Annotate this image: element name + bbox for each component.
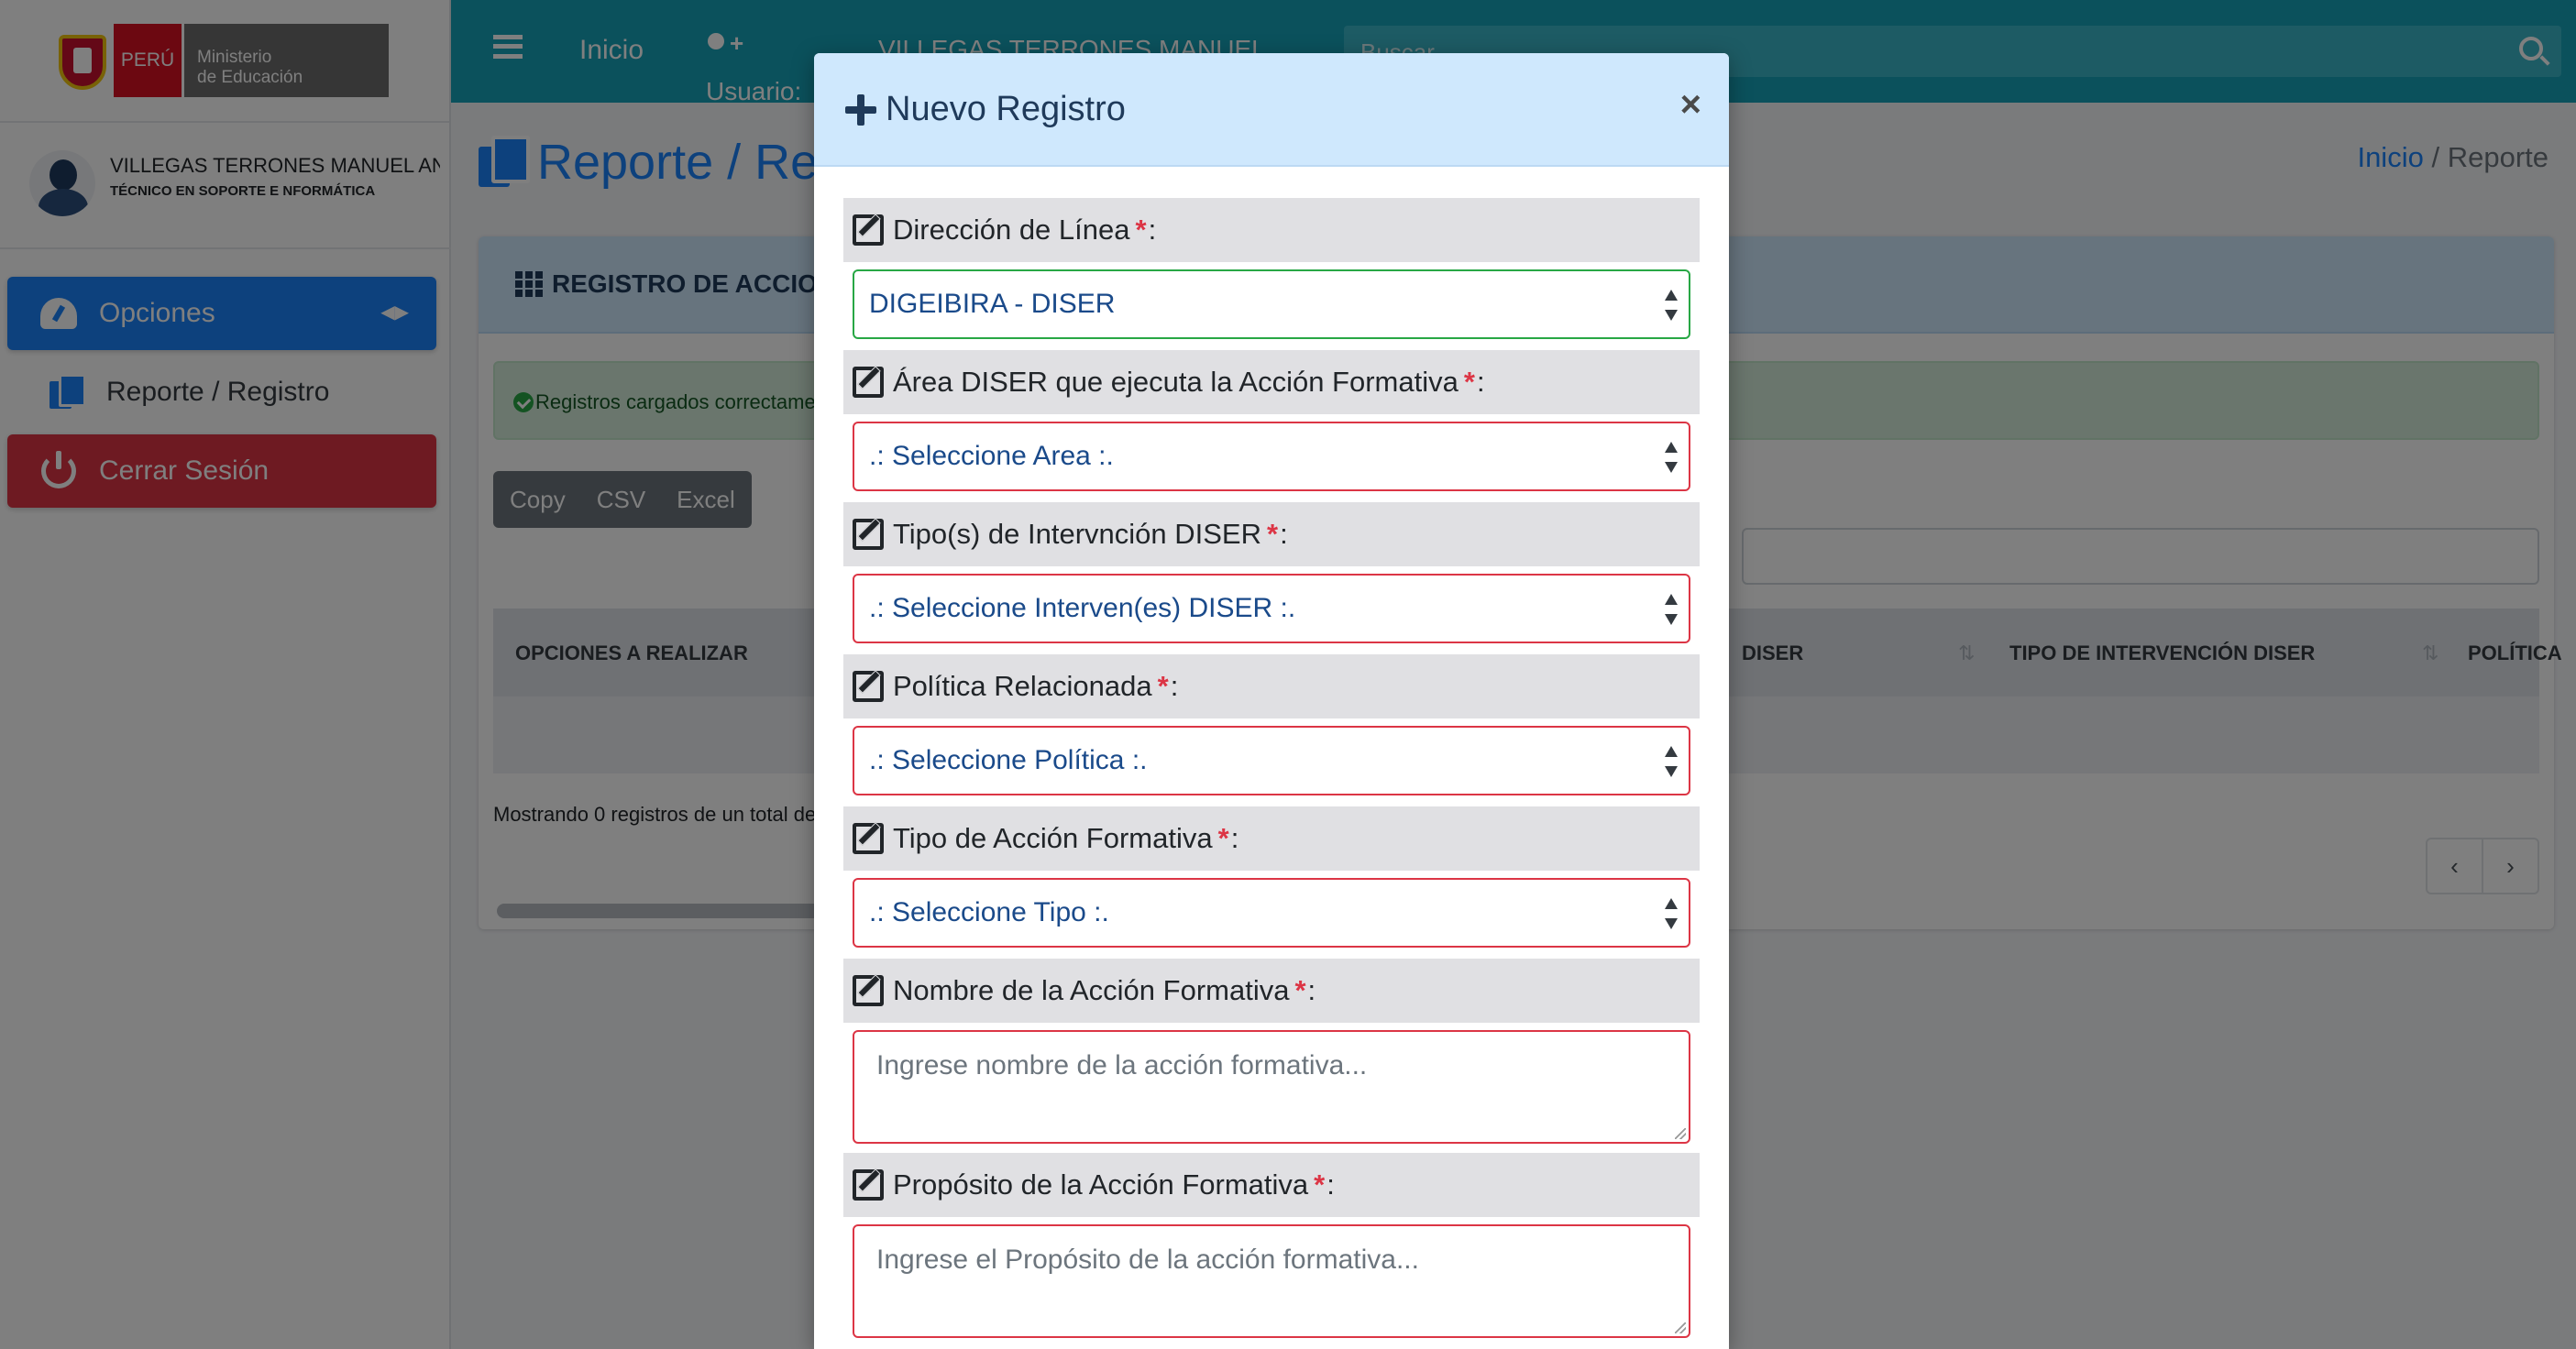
label-colon: :	[1327, 1168, 1335, 1201]
field-label: Área DISER que ejecuta la Acción Formati…	[843, 350, 1700, 414]
direccion-linea-select[interactable]: DIGEIBIRA - DISER	[853, 269, 1690, 339]
field-label-text: Propósito de la Acción Formativa	[893, 1168, 1309, 1201]
modal-header: Nuevo Registro ×	[814, 53, 1729, 167]
field-label-text: Área DISER que ejecuta la Acción Formati…	[893, 366, 1459, 398]
select-arrows-icon	[1665, 594, 1678, 625]
field-label-text: Política Relacionada	[893, 670, 1152, 702]
edit-icon	[853, 1169, 884, 1201]
edit-icon	[853, 519, 884, 550]
plus-icon	[845, 93, 876, 126]
field-label-text: Tipo de Acción Formativa	[893, 822, 1213, 854]
field-label: Política Relacionada *:	[843, 654, 1700, 718]
select-value: .: Seleccione Area :.	[869, 441, 1114, 471]
label-colon: :	[1170, 670, 1179, 702]
required-mark: *	[1217, 822, 1229, 854]
edit-icon	[853, 214, 884, 246]
select-value: .: Seleccione Política :.	[869, 745, 1148, 775]
required-mark: *	[1463, 366, 1475, 398]
label-colon: :	[1280, 518, 1288, 550]
close-button[interactable]: ×	[1680, 84, 1701, 126]
label-colon: :	[1148, 214, 1157, 246]
edit-icon	[853, 367, 884, 398]
field-label: Tipo de Acción Formativa *:	[843, 806, 1700, 871]
select-arrows-icon	[1665, 442, 1678, 473]
field-label: Dirección de Línea *:	[843, 198, 1700, 262]
field-label: Nombre de la Acción Formativa *:	[843, 959, 1700, 1023]
field-label-text: Tipo(s) de Intervnción DISER	[893, 518, 1262, 550]
politica-select[interactable]: .: Seleccione Política :.	[853, 726, 1690, 795]
area-diser-select[interactable]: .: Seleccione Area :.	[853, 422, 1690, 491]
edit-icon	[853, 975, 884, 1006]
label-colon: :	[1476, 366, 1485, 398]
select-arrows-icon	[1665, 290, 1678, 321]
select-arrows-icon	[1665, 746, 1678, 777]
field-label: Propósito de la Acción Formativa *:	[843, 1153, 1700, 1217]
tipo-accion-select[interactable]: .: Seleccione Tipo :.	[853, 878, 1690, 948]
textarea-placeholder: Ingrese nombre de la acción formativa...	[876, 1050, 1368, 1080]
label-colon: :	[1307, 974, 1316, 1006]
required-mark: *	[1267, 518, 1279, 550]
edit-icon	[853, 671, 884, 702]
nuevo-registro-modal: Nuevo Registro × Dirección de Línea *: D…	[814, 53, 1729, 1349]
required-mark: *	[1157, 670, 1169, 702]
select-value: .: Seleccione Tipo :.	[869, 897, 1109, 927]
nombre-accion-textarea[interactable]: Ingrese nombre de la acción formativa...	[853, 1030, 1690, 1144]
select-value: DIGEIBIRA - DISER	[869, 289, 1116, 319]
modal-title-text: Nuevo Registro	[886, 90, 1126, 128]
modal-title: Nuevo Registro	[845, 90, 1126, 129]
required-mark: *	[1135, 214, 1147, 246]
label-colon: :	[1230, 822, 1239, 854]
required-mark: *	[1314, 1168, 1326, 1201]
tipo-intervencion-select[interactable]: .: Seleccione Interven(es) DISER :.	[853, 574, 1690, 643]
textarea-placeholder: Ingrese el Propósito de la acción format…	[876, 1245, 1419, 1275]
required-mark: *	[1294, 974, 1306, 1006]
field-label-text: Nombre de la Acción Formativa	[893, 974, 1290, 1006]
field-label-text: Dirección de Línea	[893, 214, 1130, 246]
field-label: Tipo(s) de Intervnción DISER *:	[843, 502, 1700, 566]
edit-icon	[853, 823, 884, 854]
proposito-accion-textarea[interactable]: Ingrese el Propósito de la acción format…	[853, 1224, 1690, 1338]
registro-form: Dirección de Línea *: DIGEIBIRA - DISER …	[843, 198, 1700, 1347]
select-arrows-icon	[1665, 898, 1678, 929]
select-value: .: Seleccione Interven(es) DISER :.	[869, 593, 1296, 623]
